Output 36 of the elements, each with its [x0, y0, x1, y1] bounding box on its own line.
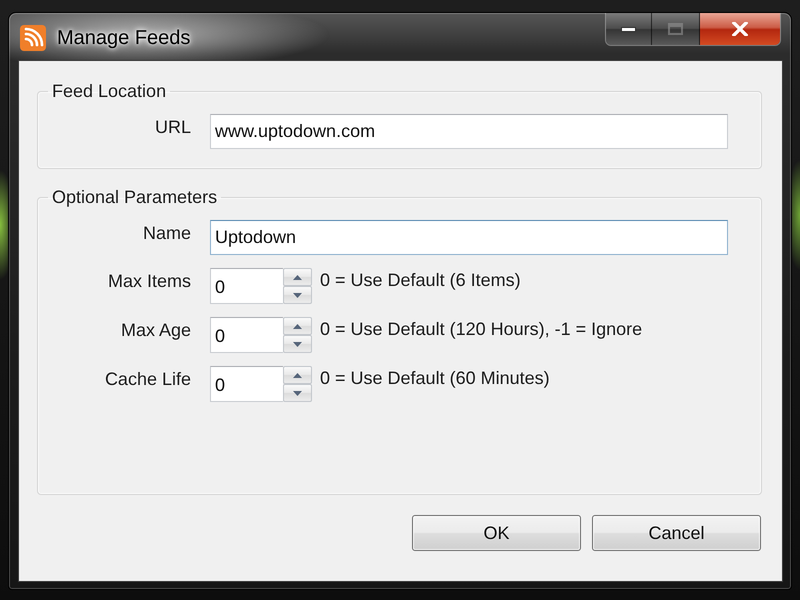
field-label: URL [154, 116, 191, 137]
field-label: Max Items [106, 270, 191, 291]
close-icon [732, 22, 748, 36]
number-field[interactable]: 0 [210, 317, 283, 353]
text-field[interactable]: www.uptodown.com [210, 114, 728, 149]
down-arrow-icon [293, 390, 302, 396]
spin-up-button[interactable] [283, 268, 312, 286]
spin-up-button[interactable] [283, 317, 312, 335]
hint-text: 0 = Use Default (6 Items) [320, 269, 521, 290]
window-title: Manage Feeds [57, 26, 190, 50]
hint-text: 0 = Use Default (60 Minutes) [320, 367, 550, 388]
close-button[interactable] [700, 13, 780, 45]
field-label: Cache Life [104, 368, 191, 389]
minimize-button[interactable] [606, 13, 652, 45]
field-label: Name [142, 222, 191, 243]
dialog-button[interactable]: Cancel [592, 515, 761, 551]
number-field[interactable]: 0 [210, 268, 283, 304]
up-arrow-icon [293, 372, 302, 378]
dialog-button[interactable]: OK [412, 515, 581, 551]
maximize-icon [668, 23, 683, 35]
spin-down-button[interactable] [283, 384, 312, 402]
spin-down-button[interactable] [283, 335, 312, 353]
up-arrow-icon [293, 324, 302, 328]
field-label: Max Age [120, 319, 191, 340]
group-title: Optional Parameters [51, 187, 218, 207]
down-arrow-icon [293, 292, 302, 298]
hint-text: 0 = Use Default (120 Hours), -1 = Ignore [320, 318, 642, 339]
spin-down-button[interactable] [283, 286, 312, 304]
text-field[interactable]: Uptodown [210, 220, 728, 255]
minimize-icon [621, 26, 636, 32]
number-field[interactable]: 0 [210, 366, 283, 402]
feed-icon [20, 25, 46, 51]
group-title: Feed Location [51, 81, 168, 101]
spin-up-button[interactable] [283, 366, 312, 384]
up-arrow-icon [293, 274, 302, 280]
down-arrow-icon [293, 342, 302, 346]
